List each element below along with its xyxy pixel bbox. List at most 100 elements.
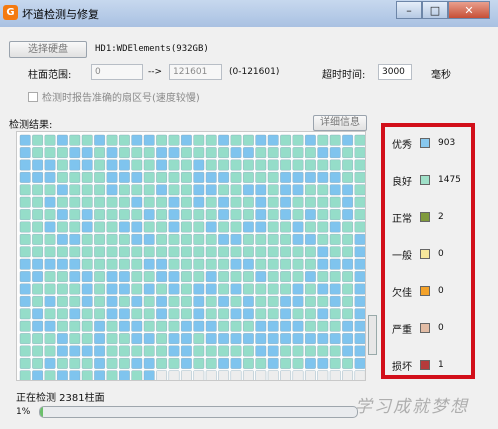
- legend-label: 一般: [392, 250, 412, 262]
- sector-cell: [292, 370, 304, 380]
- range-to-input[interactable]: 121601: [169, 64, 222, 80]
- sector-cell: [106, 308, 118, 320]
- sector-cell: [44, 221, 56, 233]
- sector-cell: [193, 209, 205, 221]
- sector-cell: [193, 233, 205, 245]
- sector-cell: [118, 357, 130, 369]
- sector-cell: [267, 283, 279, 295]
- detail-info-button[interactable]: 详细信息: [313, 115, 367, 131]
- sector-cell: [118, 258, 130, 270]
- sector-cell: [255, 196, 267, 208]
- sector-cell: [94, 357, 106, 369]
- sector-cell: [180, 184, 192, 196]
- sector-cell: [168, 147, 180, 158]
- sector-cell: [69, 147, 81, 158]
- sector-cell: [267, 172, 279, 183]
- maximize-button[interactable]: □: [422, 1, 448, 19]
- sector-cell: [69, 184, 81, 196]
- sector-cell: [342, 258, 353, 270]
- sector-cell: [81, 370, 93, 380]
- sector-cell: [267, 370, 279, 380]
- sector-cell: [94, 370, 105, 380]
- close-button[interactable]: ✕: [448, 1, 490, 19]
- legend-item-poor: 欠佳 0: [392, 284, 444, 299]
- sector-cell: [342, 271, 353, 282]
- sector-cell: [69, 246, 81, 258]
- sector-cell: [267, 320, 279, 332]
- sector-cell: [292, 345, 304, 357]
- sector-cell: [168, 320, 180, 332]
- sector-cell: [242, 147, 254, 158]
- sector-cell: [354, 221, 365, 233]
- sector-cell: [81, 221, 93, 233]
- sector-cell: [44, 295, 56, 307]
- sector-cell: [106, 271, 118, 282]
- range-from-input[interactable]: 0: [91, 64, 143, 80]
- legend-item-excellent: 优秀 903: [392, 136, 455, 151]
- sector-cell: [168, 221, 180, 233]
- sector-cell: [280, 333, 291, 344]
- sector-cell: [118, 333, 130, 344]
- sector-cell: [193, 295, 205, 307]
- sector-cell: [292, 246, 304, 258]
- sector-cell: [168, 283, 180, 295]
- sector-cell: [267, 134, 279, 146]
- sector-cell: [180, 147, 192, 158]
- legend-swatch: [420, 286, 430, 296]
- sector-cell: [218, 357, 229, 369]
- sector-cell: [32, 308, 43, 320]
- accurate-sector-checkbox[interactable]: [28, 91, 38, 102]
- sector-cell: [44, 184, 56, 196]
- sector-cell: [156, 184, 167, 196]
- sector-cell: [317, 184, 329, 196]
- legend-item-damaged: 损坏 1: [392, 358, 444, 373]
- sector-cell: [19, 283, 31, 295]
- sector-cell: [267, 147, 279, 158]
- sector-cell: [230, 233, 242, 245]
- legend-panel: 优秀 903 良好 1475 正常 2 一般 0 欠佳 0 严重 0 损坏 1: [381, 123, 475, 379]
- sector-cell: [193, 271, 205, 282]
- sector-cell: [342, 345, 353, 357]
- sector-cell: [329, 295, 341, 307]
- sector-cell: [44, 246, 56, 258]
- minimize-button[interactable]: –: [396, 1, 422, 19]
- sector-cell: [342, 333, 353, 344]
- sector-cell: [156, 209, 167, 221]
- legend-swatch: [420, 175, 430, 185]
- sector-cell: [193, 221, 205, 233]
- sector-cell: [267, 295, 279, 307]
- sector-cell: [354, 234, 365, 245]
- sector-cell: [305, 370, 316, 380]
- legend-swatch: [420, 138, 430, 148]
- sector-cell: [205, 209, 217, 221]
- timeout-input[interactable]: 3000: [378, 64, 412, 80]
- sector-cell: [218, 147, 229, 158]
- sector-cell: [255, 295, 267, 307]
- select-disk-button[interactable]: 选择硬盘: [9, 41, 87, 58]
- sector-cell: [32, 159, 43, 171]
- title-bar[interactable]: G 坏道检测与修复 – □ ✕: [0, 0, 498, 27]
- accurate-sector-option[interactable]: 检测时报告准确的扇区号(速度较慢): [28, 89, 200, 104]
- grid-scrollbar[interactable]: [368, 315, 377, 355]
- sector-cell: [168, 295, 180, 307]
- sector-cell: [292, 196, 304, 208]
- sector-cell: [118, 246, 130, 258]
- sector-cell: [156, 271, 167, 282]
- sector-cell: [329, 345, 341, 357]
- sector-cell: [156, 196, 167, 208]
- sector-cell: [81, 333, 93, 344]
- sector-cell: [205, 308, 217, 320]
- sector-cell: [106, 209, 118, 221]
- sector-cell: [354, 370, 365, 380]
- sector-cell: [131, 370, 143, 380]
- sector-cell: [94, 159, 106, 171]
- sector-cell: [267, 209, 279, 221]
- sector-cell: [354, 159, 365, 171]
- sector-cell: [143, 283, 155, 295]
- sector-cell: [131, 172, 143, 183]
- sector-cell: [69, 172, 81, 183]
- sector-cell: [156, 283, 167, 295]
- sector-cell: [280, 147, 291, 158]
- sector-cell: [305, 233, 316, 245]
- sector-cell: [305, 308, 316, 320]
